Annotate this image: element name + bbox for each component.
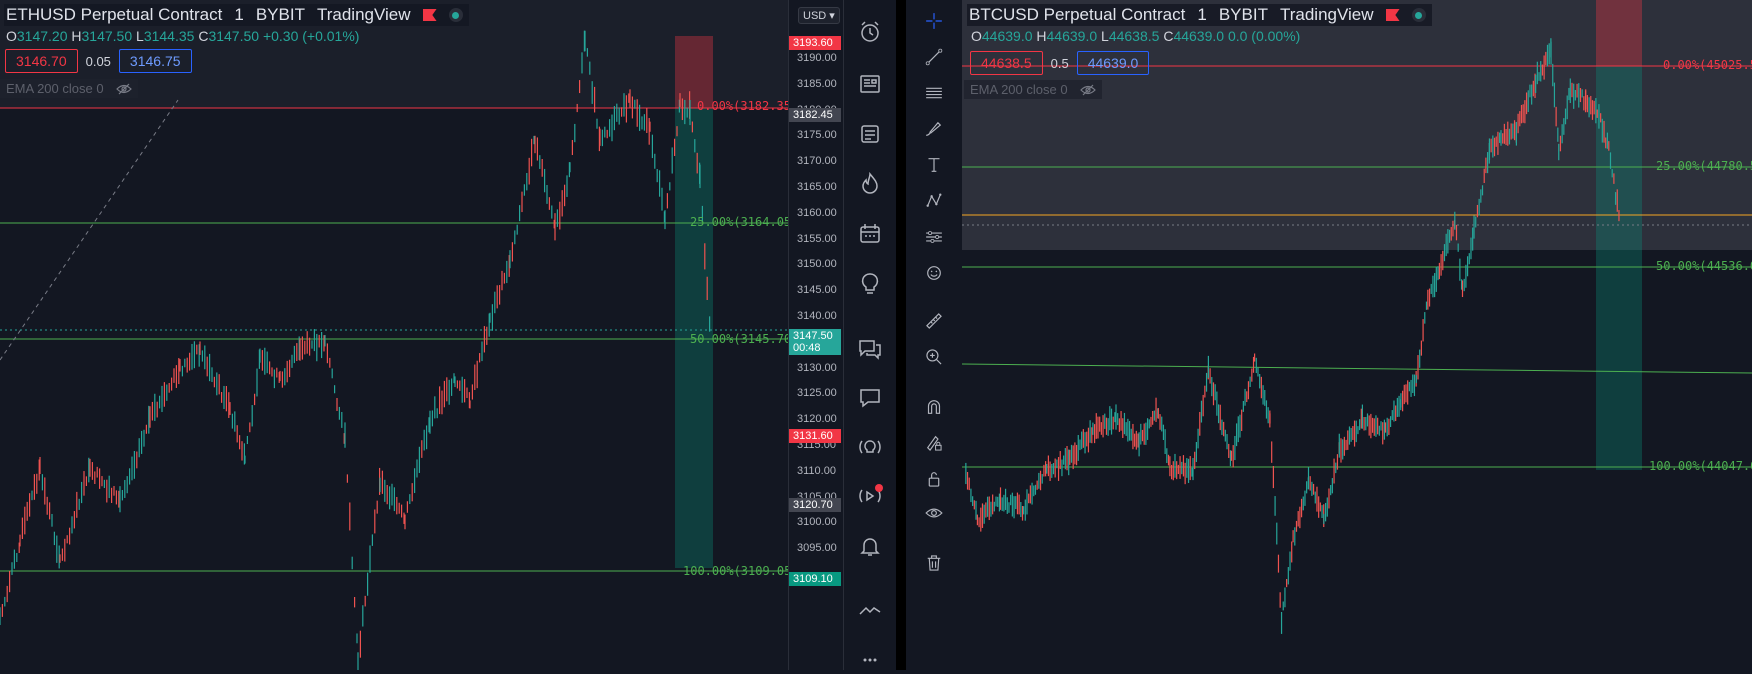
left-fib-label-0: 0.00%(3182.35): [697, 99, 799, 113]
pane-divider[interactable]: [896, 0, 906, 670]
price-axis-tick: 3110.00: [797, 464, 836, 477]
eye-icon[interactable]: [923, 502, 945, 524]
sell-button[interactable]: 44638.5: [970, 51, 1043, 75]
left-chart-pane[interactable]: ETHUSD Perpetual Contract 1 BYBIT Tradin…: [0, 0, 843, 670]
forecast-icon[interactable]: [923, 226, 945, 248]
price-axis-tick: 3175.00: [797, 129, 837, 142]
watchlist-icon[interactable]: [856, 120, 884, 148]
hidden-eye-icon[interactable]: [1079, 84, 1096, 96]
left-exchange: BYBIT: [255, 5, 305, 24]
ruler-icon[interactable]: [923, 310, 945, 332]
right-source: TradingView: [1279, 5, 1374, 24]
lock-drawing-icon[interactable]: [923, 432, 945, 454]
hidden-eye-icon[interactable]: [115, 83, 132, 95]
left-indicator-legend[interactable]: EMA 200 close 0: [0, 79, 138, 98]
right-interval[interactable]: 1: [1197, 5, 1206, 25]
ideas-icon[interactable]: [856, 270, 884, 298]
right-fib-label-25: 25.00%(44780.5): [1656, 159, 1752, 173]
streams-icon[interactable]: [856, 433, 884, 461]
right-ohlc: O44639.0 H44639.0 L44638.5 C44639.0 0.0 …: [971, 28, 1301, 44]
right-fib-label-50: 50.00%(44536.0): [1656, 259, 1752, 273]
price-axis-tick: 3125.00: [797, 387, 837, 400]
right-symbol-title[interactable]: BTCUSD Perpetual Contract: [969, 5, 1185, 25]
right-chart-pane[interactable]: BTCUSD Perpetual Contract 1 BYBIT Tradin…: [962, 0, 1752, 670]
spread-value: 0.05: [85, 53, 111, 69]
crosshair-icon[interactable]: [923, 10, 945, 32]
price-axis-tick: 3120.00: [797, 413, 837, 426]
market-status-icon: [448, 8, 463, 22]
live-icon[interactable]: [856, 482, 884, 510]
chats-icon[interactable]: [856, 335, 884, 363]
hotlist-icon[interactable]: [856, 170, 884, 198]
sell-button[interactable]: 3146.70: [5, 49, 78, 73]
price-tag: 3120.70: [789, 498, 841, 512]
left-trade-buttons: 3146.70 0.05 3146.75: [5, 49, 192, 73]
price-tag: 3109.10: [789, 572, 841, 586]
brush-icon[interactable]: [923, 118, 945, 140]
trend-line: [0, 99, 179, 361]
emoji-icon[interactable]: [923, 262, 945, 284]
stop-loss-zone: [675, 36, 713, 108]
news-icon[interactable]: [856, 70, 884, 98]
chat-icon[interactable]: [856, 384, 884, 412]
zoom-in-icon[interactable]: [923, 346, 945, 368]
right-trade-buttons: 44638.5 0.5 44639.0: [970, 51, 1150, 75]
right-chart-title-bar: BTCUSD Perpetual Contract 1 BYBIT Tradin…: [967, 4, 1432, 26]
trend-line-icon[interactable]: [923, 46, 945, 68]
left-chart-title-bar: ETHUSD Perpetual Contract 1 BYBIT Tradin…: [4, 4, 469, 26]
trash-icon[interactable]: [923, 552, 945, 574]
text-icon[interactable]: [923, 154, 945, 176]
price-axis-tick: 3130.00: [797, 361, 837, 374]
price-axis-tick: 3190.00: [797, 52, 837, 64]
chevron-icon[interactable]: [856, 596, 884, 624]
indicator-label: EMA 200 close 0: [6, 81, 104, 96]
currency-dropdown[interactable]: USD ▾: [798, 7, 840, 24]
left-fib-label-50: 50.00%(3145.70): [690, 332, 799, 346]
stop-loss-zone: [1596, 0, 1642, 66]
right-chart-canvas[interactable]: [962, 0, 1752, 670]
flag-icon[interactable]: [1385, 9, 1400, 21]
price-axis-tick: 3150.00: [797, 258, 837, 271]
price-axis-tick: 3170.00: [797, 155, 837, 168]
left-chart-canvas[interactable]: [0, 0, 788, 670]
spread-value: 0.5: [1050, 55, 1069, 71]
price-axis-tick: 3155.00: [797, 232, 837, 245]
right-fib-label-0: 0.00%(45025.5): [1663, 58, 1752, 72]
calendar-icon[interactable]: [856, 220, 884, 248]
price-axis-tick: 3100.00: [797, 516, 837, 529]
market-status-icon: [1411, 8, 1426, 22]
fib-tool-icon[interactable]: [923, 82, 945, 104]
left-price-axis[interactable]: USD ▾ 3190.003185.003180.003175.003170.0…: [788, 0, 843, 670]
price-axis-tick: 3160.00: [797, 206, 837, 219]
alarm-clock-icon[interactable]: [856, 18, 884, 46]
left-interval[interactable]: 1: [234, 5, 243, 25]
left-source: TradingView: [316, 5, 411, 24]
price-tag: 3182.45: [789, 108, 841, 122]
unlock-icon[interactable]: [923, 468, 945, 490]
left-symbol-title[interactable]: ETHUSD Perpetual Contract: [6, 5, 222, 25]
notifications-icon[interactable]: [856, 532, 884, 560]
price-axis-tick: 3165.00: [797, 181, 837, 193]
magnet-icon[interactable]: [923, 396, 945, 418]
price-tag: 3131.60: [789, 429, 841, 443]
indicator-label: EMA 200 close 0: [970, 82, 1068, 97]
buy-button[interactable]: 3146.75: [118, 49, 192, 73]
buy-button[interactable]: 44639.0: [1076, 51, 1150, 75]
flag-icon[interactable]: [422, 9, 437, 21]
left-ohlc: O3147.20 H3147.50 L3144.35 C3147.50 +0.3…: [6, 28, 360, 44]
right-indicator-legend[interactable]: EMA 200 close 0: [964, 80, 1102, 99]
right-fib-label-100: 100.00%(44047.0): [1649, 459, 1752, 473]
pattern-icon[interactable]: [923, 190, 945, 212]
price-tag: 3147.50 00:48: [789, 329, 841, 355]
price-tag: 3193.60: [789, 36, 841, 50]
price-axis-tick: 3185.00: [797, 77, 837, 90]
drawing-toolbar: [906, 0, 963, 670]
right-sidebar-widgetbar: [843, 0, 903, 670]
left-fib-label-100: 100.00%(3109.05): [683, 564, 799, 578]
left-fib-label-25: 25.00%(3164.05): [690, 215, 799, 229]
price-axis-tick: 3145.00: [797, 284, 837, 297]
price-axis-tick: 3140.00: [797, 310, 837, 322]
price-axis-tick: 3095.00: [797, 542, 837, 555]
right-exchange: BYBIT: [1218, 5, 1268, 24]
